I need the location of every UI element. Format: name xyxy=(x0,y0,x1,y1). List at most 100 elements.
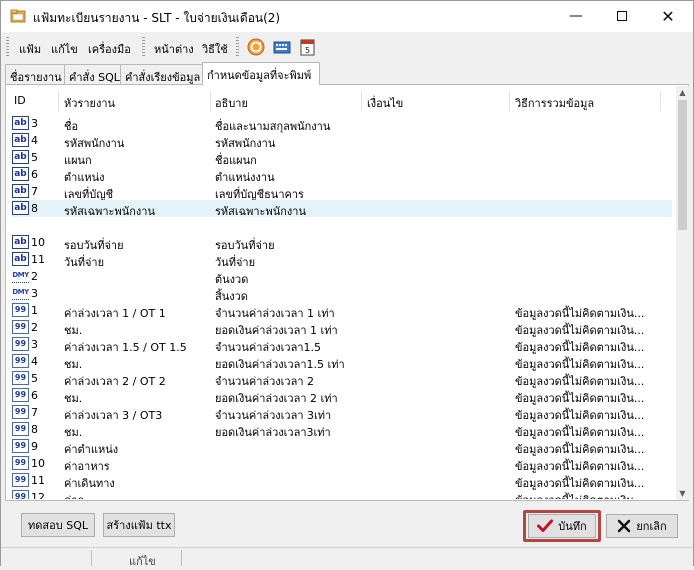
cell-id: 12 xyxy=(31,491,45,499)
text-field-icon: ab xyxy=(12,252,29,266)
tab-sql-command[interactable]: คำสั่ง SQL xyxy=(64,64,121,84)
numeric-field-icon: 99 xyxy=(12,320,29,334)
maximize-button[interactable] xyxy=(599,1,645,31)
text-field-icon: ab xyxy=(12,133,29,147)
table-row[interactable]: ab 5 แผนก ชื่อแผนก xyxy=(12,149,672,167)
toolbar-grip[interactable] xyxy=(6,37,9,57)
cell-id: 6 xyxy=(31,389,38,402)
column-header-description[interactable]: อธิบาย xyxy=(215,94,248,112)
cell-id: 3 xyxy=(31,117,38,130)
date-field-icon: DMY xyxy=(12,269,29,283)
cell-header: ค่ากะ xyxy=(64,491,90,499)
menu-window[interactable]: หน้าต่าง xyxy=(154,40,194,58)
cell-id: 10 xyxy=(31,457,45,470)
text-field-icon: ab xyxy=(12,116,29,130)
fields-list[interactable]: ID หัวรายงาน อธิบาย เงื่อนไข วิธีการรวมข… xyxy=(12,89,672,499)
table-row[interactable]: 99 4 ชม. ยอดเงินค่าล่วงเวลา1.5 เท่า ข้อมูลงว… xyxy=(12,353,672,371)
numeric-field-icon: 99 xyxy=(12,439,29,453)
cancel-button[interactable]: ยกเลิก xyxy=(606,514,678,538)
table-row[interactable]: ab 10 รอบวันที่จ่าย รอบวันที่จ่าย xyxy=(12,234,672,252)
maximize-icon xyxy=(617,11,627,21)
menu-file[interactable]: แฟ้ม xyxy=(19,40,41,58)
keyboard-icon[interactable] xyxy=(272,37,292,57)
numeric-field-icon: 99 xyxy=(12,371,29,385)
scroll-up-icon[interactable]: ▲ xyxy=(676,86,689,99)
toolbar-grip[interactable] xyxy=(142,37,145,57)
vertical-scrollbar[interactable]: ▲ ▼ xyxy=(676,86,689,500)
scroll-down-icon[interactable]: ▼ xyxy=(676,487,689,500)
test-sql-button[interactable]: ทดสอบ SQL xyxy=(21,513,95,537)
cell-id: 8 xyxy=(31,202,38,215)
window-title: แฟ้มทะเบียนรายงาน - SLT - ใบจ่ายเงินเดือ… xyxy=(33,11,281,25)
cell-id: 3 xyxy=(31,338,38,351)
column-header-aggregation[interactable]: วิธีการรวมข้อมูล xyxy=(515,94,594,112)
create-ttx-button[interactable]: สร้างแฟ้ม ttx xyxy=(103,513,175,537)
cell-id: 9 xyxy=(31,440,38,453)
menu-bar: แฟ้ม แก้ไข เครื่องมือ หน้าต่าง วิธีใช้ 5 xyxy=(3,34,691,60)
column-divider[interactable] xyxy=(361,91,362,111)
table-row[interactable]: 99 11 ค่าเดินทาง ข้อมูลงวดนี้ไม่คิดตามเงิน.… xyxy=(12,472,672,490)
table-row[interactable]: 99 7 ค่าล่วงเวลา 3 / OT3 จำนวนค่าล่วงเวลา 3… xyxy=(12,404,672,422)
table-row[interactable]: 99 1 ค่าล่วงเวลา 1 / OT 1 จำนวนค่าล่วงเวลา … xyxy=(12,302,672,320)
column-divider[interactable] xyxy=(660,91,661,111)
tab-print-fields[interactable]: กำหนดข้อมูลที่จะพิมพ์ xyxy=(202,62,320,85)
minimize-button[interactable]: — xyxy=(553,1,599,31)
table-row[interactable]: ab 8 รหัสเฉพาะพนักงาน รหัสเฉพาะพนักงาน xyxy=(12,200,672,218)
tab-sort-command[interactable]: คำสั่งเรียงข้อมูล xyxy=(120,64,203,84)
status-mode: แก้ไข xyxy=(129,555,156,568)
table-row[interactable]: 99 10 ค่าอาหาร ข้อมูลงวดนี้ไม่คิดตามเงิน... xyxy=(12,455,672,473)
calendar-icon[interactable]: 5 xyxy=(297,37,317,57)
column-header-id[interactable]: ID xyxy=(14,94,26,107)
numeric-field-icon: 99 xyxy=(12,354,29,368)
cell-id: 2 xyxy=(31,270,38,283)
table-row[interactable] xyxy=(12,217,672,234)
table-row[interactable]: ab 6 ตำแหน่ง ตำแหน่งงาน xyxy=(12,166,672,184)
table-row[interactable]: ab 7 เลขที่บัญชี เลขที่บัญชีธนาคาร xyxy=(12,183,672,201)
cell-id: 1 xyxy=(31,304,38,317)
menu-help[interactable]: วิธีใช้ xyxy=(202,40,228,58)
cell-id: 5 xyxy=(31,372,38,385)
table-row[interactable]: ab 11 วันที่จ่าย วันที่จ่าย xyxy=(12,251,672,269)
menu-tools[interactable]: เครื่องมือ xyxy=(88,40,131,58)
numeric-field-icon: 99 xyxy=(12,490,29,499)
table-row[interactable]: ab 4 รหัสพนักงาน รหัสพนักงาน xyxy=(12,132,672,150)
save-button[interactable]: บันทึก xyxy=(528,514,596,538)
numeric-field-icon: 99 xyxy=(12,456,29,470)
table-row[interactable]: DMY 2 ต้นงวด xyxy=(12,268,672,286)
table-row[interactable]: 9912 ค่ากะ ข้อมูลงวดนี้ไม่คิดตามเงิน... xyxy=(12,489,672,499)
cell-id: 6 xyxy=(31,168,38,181)
numeric-field-icon: 99 xyxy=(12,303,29,317)
column-divider[interactable] xyxy=(509,91,510,111)
test-sql-label: ทดสอบ SQL xyxy=(28,519,88,532)
column-header-header[interactable]: หัวรายงาน xyxy=(64,94,115,112)
column-divider[interactable] xyxy=(210,91,211,111)
refresh-icon[interactable] xyxy=(246,37,266,57)
table-row[interactable]: ab 3 ชื่อ ชื่อและนามสกุลพนักงาน xyxy=(12,115,672,133)
table-row[interactable]: 99 6 ชม. ยอดเงินค่าล่วงเวลา 2 เท่า ข้อมูลงวด… xyxy=(12,387,672,405)
numeric-field-icon: 99 xyxy=(12,388,29,402)
menu-edit[interactable]: แก้ไข xyxy=(51,40,78,58)
close-button[interactable]: ✕ xyxy=(645,1,691,31)
text-field-icon: ab xyxy=(12,167,29,181)
status-bar: แก้ไข xyxy=(1,547,693,568)
toolbar-grip[interactable] xyxy=(236,37,239,57)
close-icon xyxy=(618,519,631,533)
scrollbar-thumb[interactable] xyxy=(678,100,687,230)
table-row[interactable]: 99 9 ค่าตำแหน่ง ข้อมูลงวดนี้ไม่คิดตามเงิน..… xyxy=(12,438,672,456)
cancel-label: ยกเลิก xyxy=(636,520,667,533)
column-divider[interactable] xyxy=(58,91,59,111)
numeric-field-icon: 99 xyxy=(12,337,29,351)
numeric-field-icon: 99 xyxy=(12,405,29,419)
table-row[interactable]: 99 8 ชม. ยอดเงินค่าล่วงเวลา3เท่า ข้อมูลงวดนี… xyxy=(12,421,672,439)
table-row[interactable]: DMY 3 สิ้นงวด xyxy=(12,285,672,303)
table-row[interactable]: 99 5 ค่าล่วงเวลา 2 / OT 2 จำนวนค่าล่วงเวลา … xyxy=(12,370,672,388)
cell-id: 7 xyxy=(31,185,38,198)
minimize-icon: — xyxy=(569,8,583,24)
table-row[interactable]: 99 2 ชม. ยอดเงินค่าล่วงเวลา 1 เท่า ข้อมูลงวด… xyxy=(12,319,672,337)
numeric-field-icon: 99 xyxy=(12,422,29,436)
tab-report-name[interactable]: ชื่อรายงาน xyxy=(5,64,65,84)
table-row[interactable]: 99 3 ค่าล่วงเวลา 1.5 / OT 1.5 จำนวนค่าล่วงเ… xyxy=(12,336,672,354)
text-field-icon: ab xyxy=(12,235,29,249)
cell-id: 8 xyxy=(31,423,38,436)
column-header-condition[interactable]: เงื่อนไข xyxy=(367,94,403,112)
